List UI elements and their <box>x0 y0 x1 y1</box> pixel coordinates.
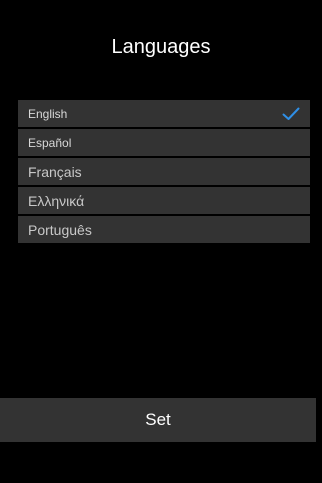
language-option-espanol[interactable]: Español <box>18 129 310 156</box>
language-label: Español <box>28 135 72 150</box>
language-label: Ελληνικά <box>28 192 85 209</box>
language-list: English Español Français Ελληνικά Portug… <box>18 100 310 243</box>
language-label: English <box>28 106 68 121</box>
language-option-portugues[interactable]: Português <box>18 216 310 243</box>
language-option-english[interactable]: English <box>18 100 310 127</box>
page-title: Languages <box>111 36 211 58</box>
language-option-greek[interactable]: Ελληνικά <box>18 187 310 214</box>
language-option-francais[interactable]: Français <box>18 158 310 185</box>
language-label: Français <box>28 163 82 180</box>
set-button[interactable]: Set <box>0 398 316 442</box>
checkmark-icon <box>282 107 300 121</box>
language-label: Português <box>28 221 92 238</box>
